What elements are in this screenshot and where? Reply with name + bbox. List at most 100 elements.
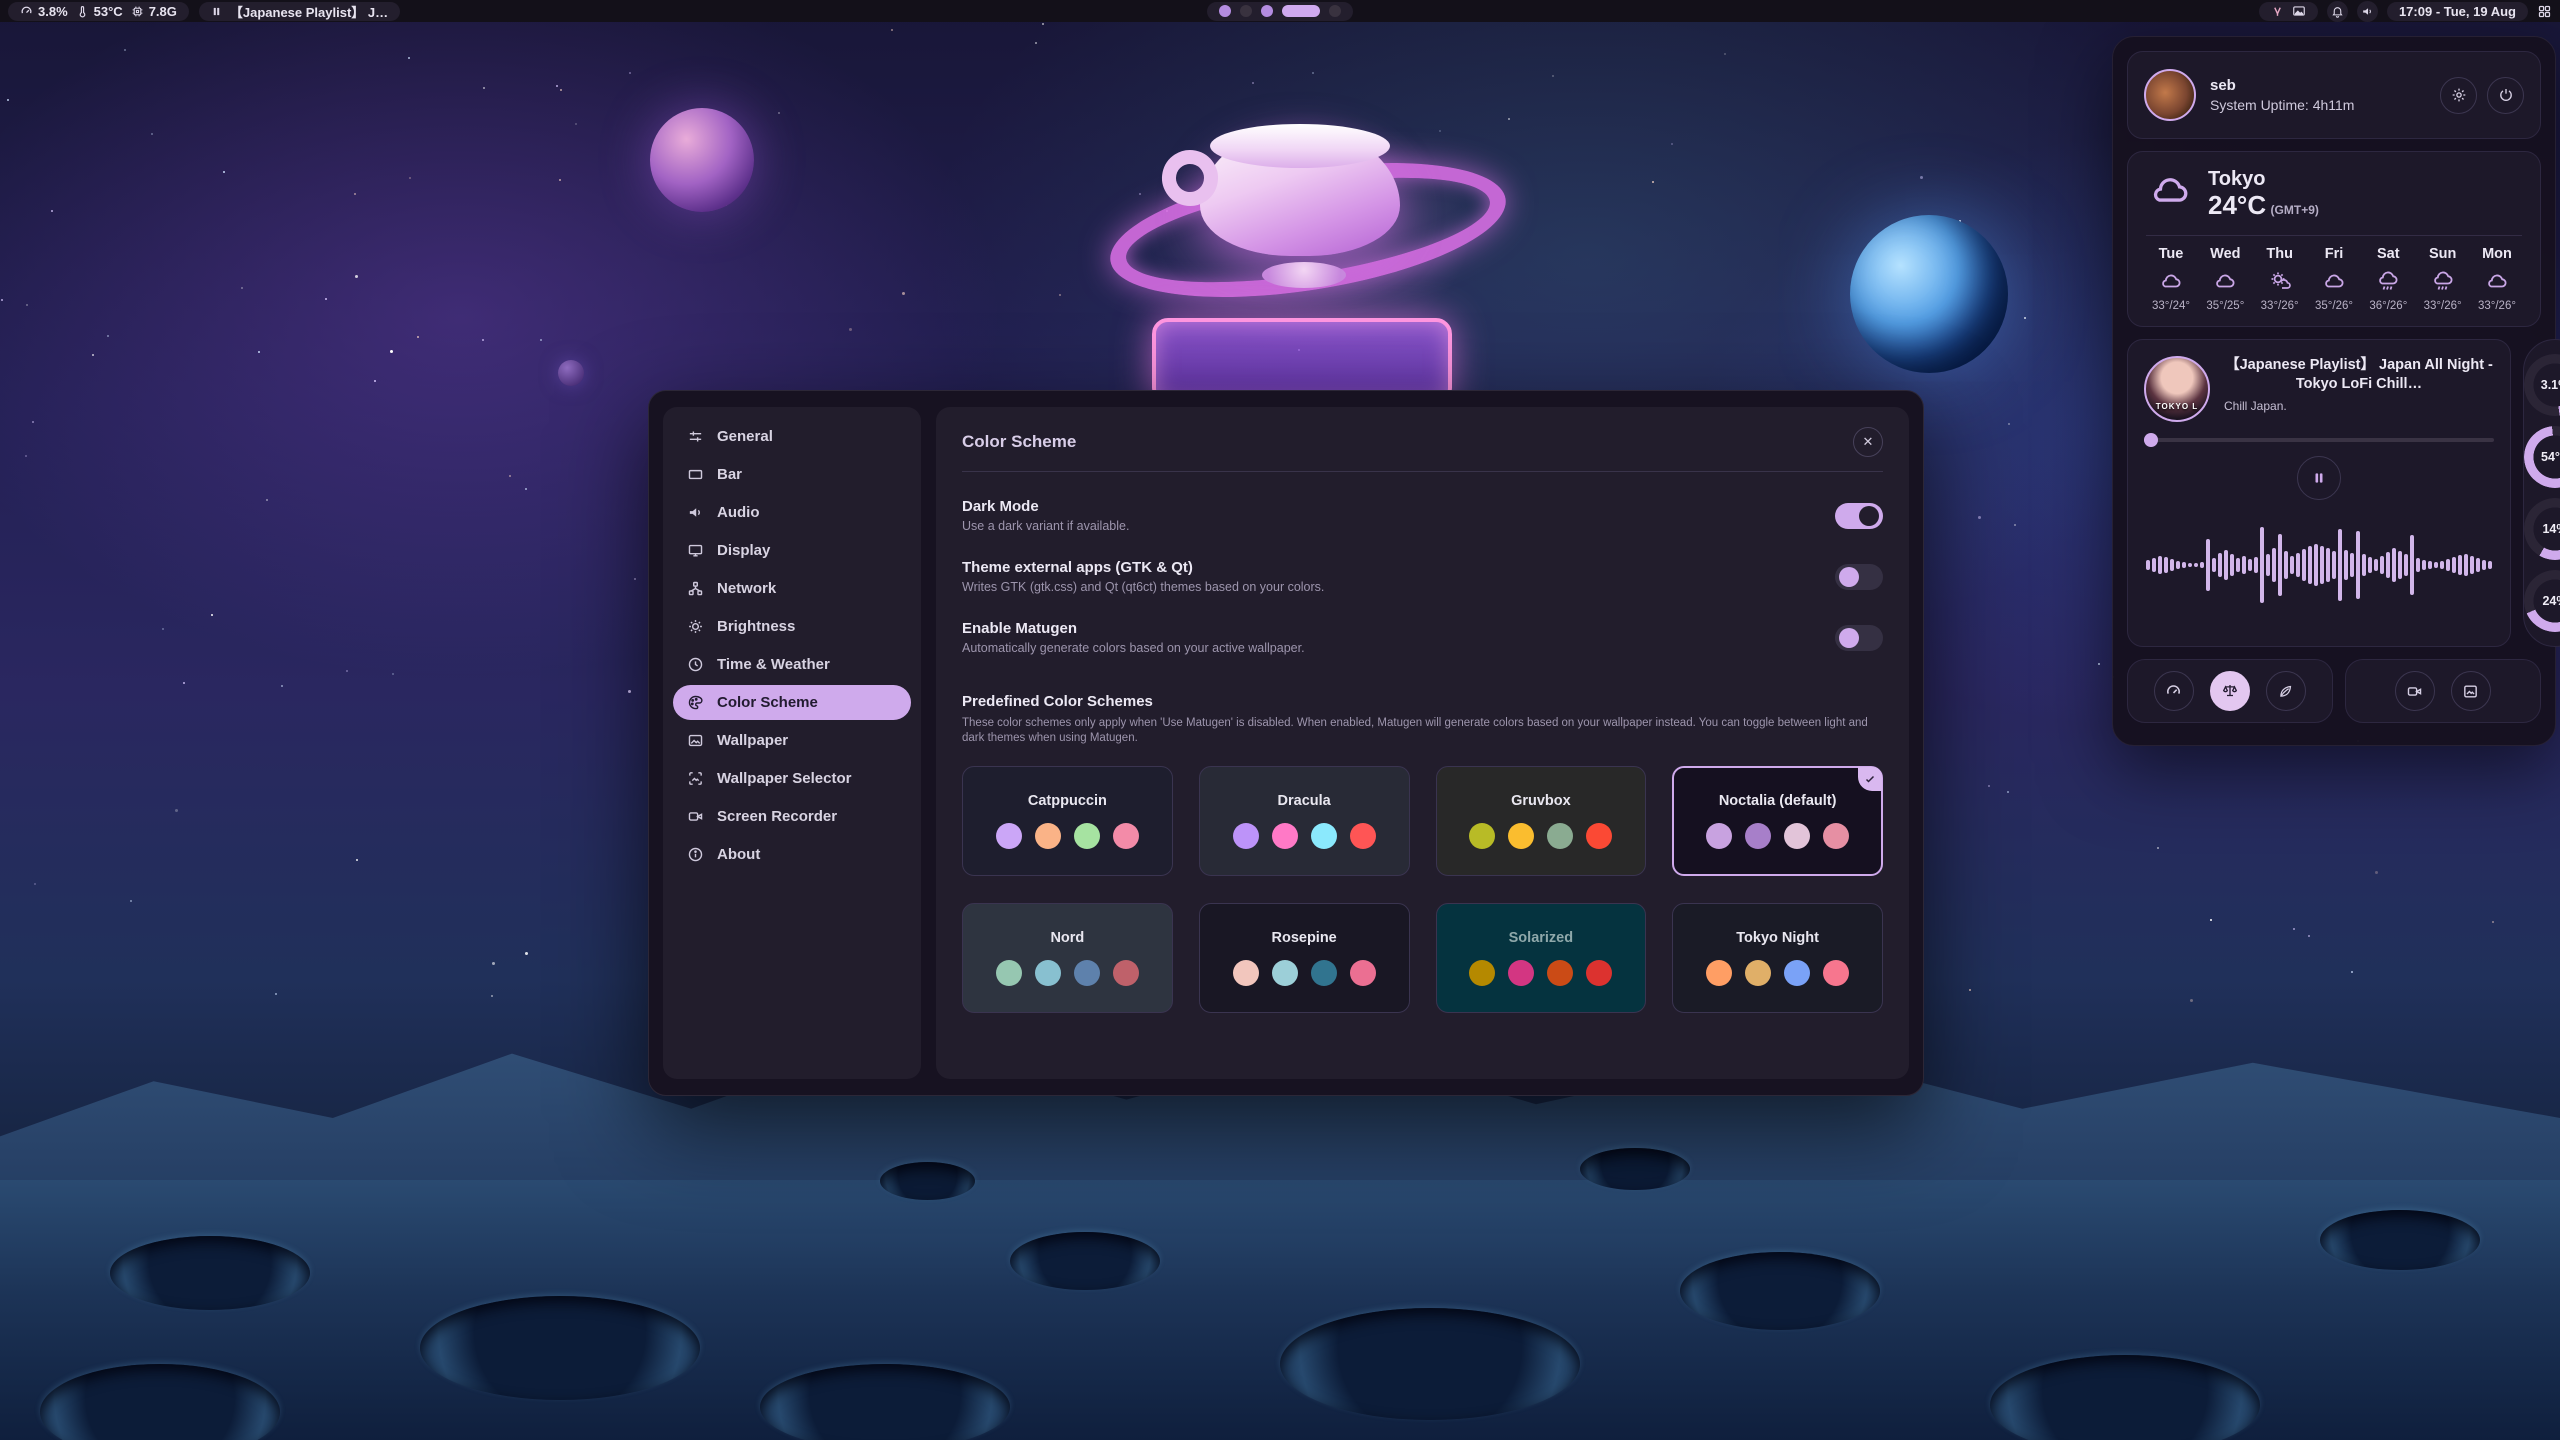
scheme-name: Catppuccin <box>1028 793 1107 809</box>
day-name: Sat <box>2377 246 2400 262</box>
visualizer-bar <box>2194 563 2198 567</box>
workspace-dot-occupied[interactable] <box>1261 5 1273 17</box>
sidebar-item-label: General <box>717 428 773 445</box>
side-panel: seb System Uptime: 4h11m Tokyo 24°C (GMT… <box>2112 36 2556 746</box>
color-swatch <box>1706 960 1732 986</box>
forecast-day-sun: Sun33°/26° <box>2418 246 2468 312</box>
selected-check-icon <box>1858 767 1882 791</box>
album-art-text: TOKYO L <box>2146 402 2208 411</box>
visualizer-bar <box>2476 558 2480 572</box>
pause-button[interactable] <box>2297 456 2341 500</box>
pause-icon <box>2312 471 2326 485</box>
dark-mode-toggle[interactable] <box>1835 503 1883 529</box>
color-swatch <box>1035 960 1061 986</box>
visualizer-bar <box>2356 531 2360 599</box>
sidebar-item-display[interactable]: Display <box>673 533 911 568</box>
toggle-label: Theme external apps (GTK & Qt) <box>962 559 1835 576</box>
app-tray-icon[interactable] <box>2271 5 2284 18</box>
clock-pill[interactable]: 17:09 - Tue, 19 Aug <box>2387 2 2528 21</box>
forecast-day-fri: Fri35°/26° <box>2309 246 2359 312</box>
dialog-title: Color Scheme <box>962 432 1076 452</box>
scheme-card-rosepine[interactable]: Rosepine <box>1199 903 1410 1013</box>
visualizer-bar <box>2260 527 2264 603</box>
sidebar-item-brightness[interactable]: Brightness <box>673 609 911 644</box>
visualizer-bar <box>2236 558 2240 572</box>
visualizer-bar <box>2326 548 2330 582</box>
day-name: Fri <box>2325 246 2344 262</box>
visualizer-bar <box>2218 553 2222 577</box>
notifications-button[interactable] <box>2327 1 2348 22</box>
toggle-description: Writes GTK (gtk.css) and Qt (qt6ct) them… <box>962 580 1835 594</box>
power-saver-profile-button[interactable] <box>2266 671 2306 711</box>
sidebar-item-label: Color Scheme <box>717 694 818 711</box>
sidebar-item-label: Brightness <box>717 618 795 635</box>
cloud-icon <box>2321 269 2347 293</box>
scheme-card-tokyo-night[interactable]: Tokyo Night <box>1672 903 1883 1013</box>
volume-button[interactable] <box>2357 1 2378 22</box>
user-name: seb <box>2210 77 2354 94</box>
enable-matugen-toggle[interactable] <box>1835 625 1883 651</box>
temperature-gauge: 54°C <box>2524 426 2560 488</box>
scheme-card-nord[interactable]: Nord <box>962 903 1173 1013</box>
scheme-card-dracula[interactable]: Dracula <box>1199 766 1410 876</box>
day-temps: 33°/26° <box>2261 300 2299 312</box>
performance-profile-button[interactable] <box>2154 671 2194 711</box>
workspace-dot-empty[interactable] <box>1329 5 1341 17</box>
sidebar-item-time-weather[interactable]: Time & Weather <box>673 647 911 682</box>
visualizer-bar <box>2344 550 2348 580</box>
settings-button[interactable] <box>2440 77 2477 114</box>
wallpaper-tray-icon[interactable] <box>2292 4 2306 18</box>
color-swatch <box>1272 960 1298 986</box>
media-progress-bar[interactable] <box>2144 438 2494 442</box>
progress-knob[interactable] <box>2144 433 2158 447</box>
toggle-description: Use a dark variant if available. <box>962 519 1835 533</box>
weather-temp: 24°C <box>2208 190 2266 220</box>
color-swatch <box>1823 823 1849 849</box>
visualizer-bar <box>2380 556 2384 574</box>
enable-matugen-row: Enable Matugen Automatically generate co… <box>962 620 1883 655</box>
sidebar-item-about[interactable]: About <box>673 837 911 872</box>
settings-dialog: General Bar Audio Display Network Bright… <box>648 390 1924 1096</box>
image-select-icon <box>687 770 704 787</box>
wallpaper-button[interactable] <box>2451 671 2491 711</box>
workspace-dot-active[interactable] <box>1282 5 1320 17</box>
workspace-dot-occupied[interactable] <box>1219 5 1231 17</box>
scheme-card-gruvbox[interactable]: Gruvbox <box>1436 766 1647 876</box>
power-button[interactable] <box>2487 77 2524 114</box>
visualizer-bar <box>2320 546 2324 584</box>
sidebar-item-audio[interactable]: Audio <box>673 495 911 530</box>
sidebar-item-wallpaper-selector[interactable]: Wallpaper Selector <box>673 761 911 796</box>
scheme-card-catppuccin[interactable]: Catppuccin <box>962 766 1173 876</box>
app-grid-icon[interactable] <box>2537 4 2552 19</box>
theme-external-apps-toggle[interactable] <box>1835 564 1883 590</box>
close-button[interactable]: ✕ <box>1853 427 1883 457</box>
sidebar-item-color-scheme[interactable]: Color Scheme <box>673 685 911 720</box>
color-swatch <box>1035 823 1061 849</box>
media-pill[interactable]: 【Japanese Playlist】 J… <box>199 2 400 21</box>
top-bar: 3.8% 53°C 7.8G 【Japanese Playlist】 J… <box>0 0 2560 22</box>
scheme-name: Nord <box>1050 930 1084 946</box>
workspace-dot-empty[interactable] <box>1240 5 1252 17</box>
sidebar-item-network[interactable]: Network <box>673 571 911 606</box>
visualizer-bar <box>2182 562 2186 568</box>
scheme-card-noctalia[interactable]: Noctalia (default) <box>1672 766 1883 876</box>
scheme-grid: Catppuccin Dracula Gruvbox Noctalia (def… <box>962 766 1883 1013</box>
balanced-profile-button[interactable] <box>2210 671 2250 711</box>
info-icon <box>687 846 704 863</box>
scheme-card-solarized[interactable]: Solarized <box>1436 903 1647 1013</box>
sidebar-item-label: Wallpaper Selector <box>717 770 852 787</box>
color-swatch <box>1311 960 1337 986</box>
cloud-icon <box>2146 168 2194 212</box>
screen-recorder-button[interactable] <box>2395 671 2435 711</box>
sidebar-item-general[interactable]: General <box>673 419 911 454</box>
video-camera-icon <box>2406 683 2423 700</box>
sidebar-item-bar[interactable]: Bar <box>673 457 911 492</box>
sidebar-item-wallpaper[interactable]: Wallpaper <box>673 723 911 758</box>
color-swatch <box>1547 960 1573 986</box>
monitor-icon <box>687 542 704 559</box>
sidebar-item-screen-recorder[interactable]: Screen Recorder <box>673 799 911 834</box>
gear-icon <box>2451 87 2467 103</box>
visualizer-bar <box>2368 557 2372 573</box>
system-stats-pill[interactable]: 3.8% 53°C 7.8G <box>8 2 189 21</box>
scheme-name: Gruvbox <box>1511 793 1571 809</box>
